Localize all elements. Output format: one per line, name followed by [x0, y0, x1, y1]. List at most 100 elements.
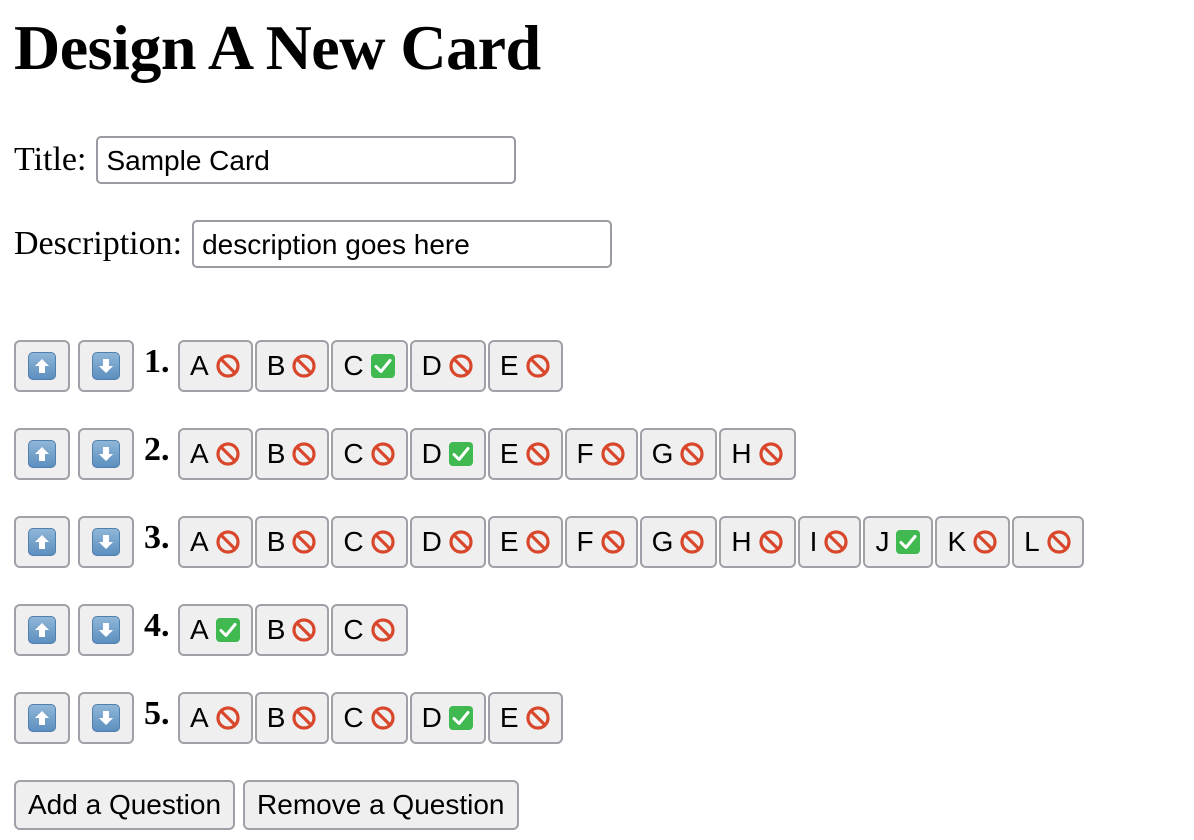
- choice-button[interactable]: L: [1012, 516, 1084, 568]
- prohibited-icon: [525, 442, 550, 466]
- move-up-button[interactable]: [14, 428, 70, 480]
- choice-letter: A: [190, 526, 209, 557]
- move-up-button[interactable]: [14, 692, 70, 744]
- choice-letter: D: [421, 702, 442, 733]
- choice-letter: B: [266, 438, 286, 469]
- choice-letter: I: [809, 526, 818, 557]
- choice-button[interactable]: E: [487, 692, 563, 744]
- choice-letter: D: [421, 438, 442, 469]
- move-down-button[interactable]: [78, 692, 134, 744]
- choice-button[interactable]: B: [254, 604, 330, 656]
- up-arrow-icon: [28, 352, 56, 380]
- prohibited-icon: [292, 354, 316, 378]
- choice-letter: D: [421, 350, 442, 381]
- choice-button[interactable]: I: [797, 516, 862, 568]
- prohibited-icon: [371, 618, 395, 642]
- choice-button[interactable]: D: [409, 340, 486, 392]
- choice-button[interactable]: B: [254, 340, 330, 392]
- prohibited-icon: [601, 530, 625, 554]
- move-down-button[interactable]: [78, 516, 134, 568]
- prohibited-icon: [525, 354, 550, 378]
- choice-button[interactable]: H: [719, 428, 796, 480]
- choice-letter: H: [731, 438, 752, 469]
- choice-letter: C: [343, 702, 364, 733]
- remove-question-button[interactable]: Remove a Question: [243, 780, 519, 830]
- up-arrow-icon: [28, 704, 56, 732]
- choice-button[interactable]: A: [178, 604, 253, 656]
- question-row: 3. A B C D E F G H I J K L: [14, 516, 1086, 568]
- prohibited-icon: [973, 530, 997, 554]
- move-up-button[interactable]: [14, 604, 70, 656]
- choice-button[interactable]: E: [487, 428, 563, 480]
- move-up-button[interactable]: [14, 340, 70, 392]
- description-input[interactable]: [192, 220, 613, 268]
- choice-button[interactable]: B: [254, 516, 330, 568]
- choice-letter: A: [190, 702, 209, 733]
- choice-button[interactable]: B: [254, 692, 330, 744]
- prohibited-icon: [601, 442, 625, 466]
- choice-button[interactable]: G: [639, 516, 718, 568]
- choice-letter: E: [499, 438, 519, 469]
- move-down-button[interactable]: [78, 428, 134, 480]
- choice-button[interactable]: F: [564, 428, 638, 480]
- prohibited-icon: [525, 706, 550, 730]
- choice-letter: B: [266, 614, 286, 645]
- choice-letter: E: [499, 350, 519, 381]
- question-row: 5. A B C D E: [14, 692, 565, 744]
- question-number: 3.: [144, 519, 170, 556]
- choice-button[interactable]: C: [331, 604, 408, 656]
- choice-button[interactable]: C: [331, 516, 408, 568]
- choice-button[interactable]: A: [178, 428, 253, 480]
- choice-button[interactable]: D: [409, 692, 486, 744]
- choice-button[interactable]: D: [409, 428, 486, 480]
- add-question-button[interactable]: Add a Question: [14, 780, 236, 830]
- choice-button[interactable]: B: [254, 428, 330, 480]
- choice-letter: C: [343, 614, 364, 645]
- choice-button[interactable]: C: [331, 692, 408, 744]
- choice-button[interactable]: G: [639, 428, 718, 480]
- question-row: 2. A B C D E F G H: [14, 428, 798, 480]
- prohibited-icon: [292, 706, 316, 730]
- prohibited-icon: [292, 530, 316, 554]
- choice-button[interactable]: J: [863, 516, 934, 568]
- title-input[interactable]: [96, 136, 517, 184]
- choice-letter: C: [343, 526, 364, 557]
- choice-button[interactable]: H: [719, 516, 796, 568]
- choice-button[interactable]: E: [487, 516, 563, 568]
- choice-button[interactable]: A: [178, 516, 253, 568]
- choice-button[interactable]: C: [331, 428, 408, 480]
- prohibited-icon: [371, 442, 395, 466]
- question-number: 5.: [144, 695, 170, 732]
- move-up-button[interactable]: [14, 516, 70, 568]
- choice-button[interactable]: F: [564, 516, 638, 568]
- choice-letter: A: [190, 438, 209, 469]
- choice-button[interactable]: A: [178, 340, 253, 392]
- question-row: 1. A B C D E: [14, 340, 565, 392]
- prohibited-icon: [525, 530, 550, 554]
- choice-button[interactable]: D: [409, 516, 486, 568]
- choice-button[interactable]: E: [487, 340, 563, 392]
- choice-button[interactable]: K: [935, 516, 1011, 568]
- prohibited-icon: [216, 442, 240, 466]
- choice-letter: D: [421, 526, 442, 557]
- choice-letter: C: [343, 438, 364, 469]
- check-mark-icon: [448, 706, 473, 730]
- prohibited-icon: [680, 442, 705, 466]
- move-down-button[interactable]: [78, 340, 134, 392]
- move-down-button[interactable]: [78, 604, 134, 656]
- choice-letter: L: [1024, 526, 1040, 557]
- choice-button[interactable]: C: [331, 340, 408, 392]
- choice-letter: E: [499, 702, 519, 733]
- choice-letter: B: [266, 526, 286, 557]
- page-title: Design A New Card: [14, 12, 541, 83]
- description-label: Description:: [14, 225, 183, 262]
- choice-letter: G: [651, 438, 674, 469]
- choice-letter: C: [343, 350, 364, 381]
- prohibited-icon: [449, 354, 473, 378]
- choice-letter: E: [499, 526, 519, 557]
- choice-button[interactable]: A: [178, 692, 253, 744]
- check-mark-icon: [448, 442, 473, 466]
- prohibited-icon: [292, 618, 316, 642]
- down-arrow-icon: [92, 704, 120, 732]
- prohibited-icon: [1047, 530, 1071, 554]
